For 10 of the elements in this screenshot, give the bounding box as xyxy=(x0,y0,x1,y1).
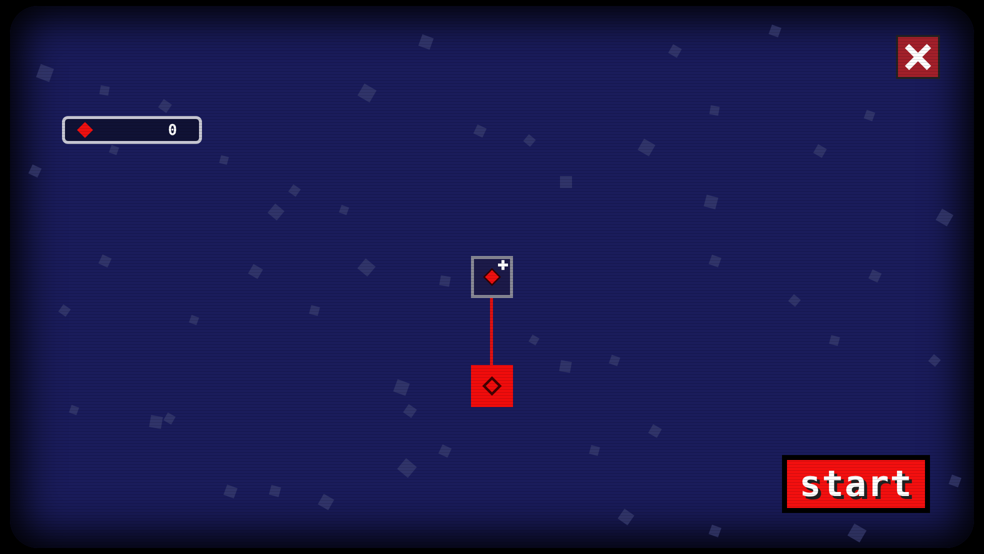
gem-icon xyxy=(483,268,501,286)
currency-amount: 0 xyxy=(168,121,177,139)
skill-node[interactable] xyxy=(471,256,513,298)
gem-icon xyxy=(77,122,93,138)
skill-node[interactable] xyxy=(471,365,513,407)
diamond-outline-icon xyxy=(482,376,502,396)
close-button[interactable] xyxy=(896,35,940,79)
connector-line xyxy=(490,297,493,365)
close-icon xyxy=(903,42,933,72)
start-button[interactable]: start xyxy=(782,455,930,513)
